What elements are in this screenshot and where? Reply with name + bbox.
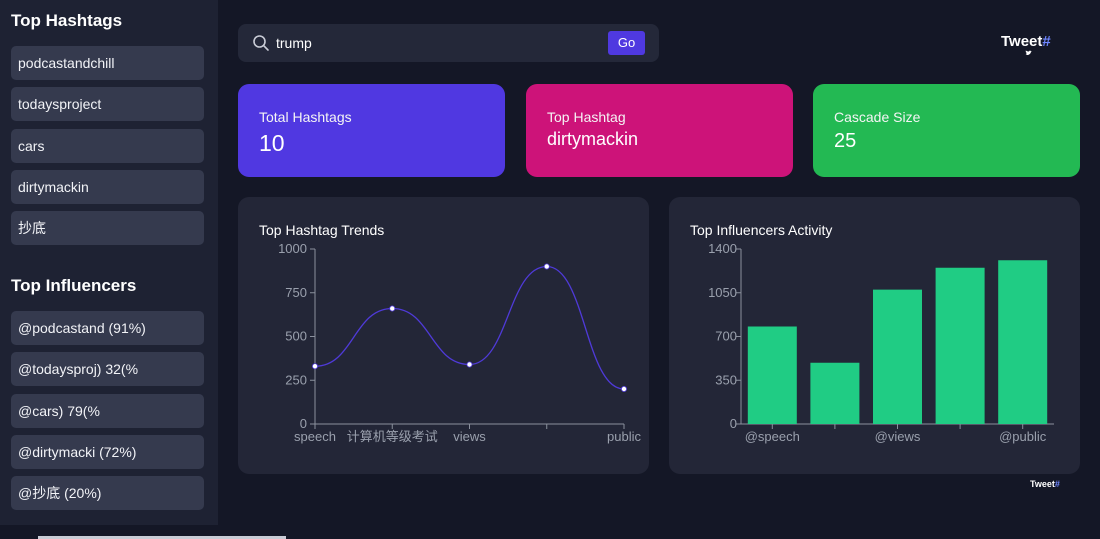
x-tick-label: @public: [999, 429, 1047, 444]
y-tick-label: 1400: [708, 241, 737, 256]
hashtag-trends-chart: 02505007501000speech 计算机等级考试 views public: [278, 241, 641, 444]
hashtag-item[interactable]: podcastandchill: [11, 46, 204, 80]
x-tick-label: speech: [294, 429, 336, 444]
logo-hash: #: [1042, 33, 1051, 50]
trend-line: [314, 265, 625, 390]
y-tick-label: 1000: [278, 241, 307, 256]
logo-text: Tweet: [1001, 33, 1043, 50]
bar: [810, 362, 860, 424]
total-hashtags-value: 10: [259, 130, 285, 156]
top-hashtag-label: Top Hashtag: [547, 109, 626, 125]
influencer-item[interactable]: @todaysproj) 32(%: [11, 352, 204, 386]
influencer-item[interactable]: @cars) 79(%: [11, 394, 204, 428]
cascade-size-label: Cascade Size: [834, 109, 921, 125]
logo-small-text: Tweet: [1030, 479, 1055, 489]
y-tick-label: 500: [285, 329, 307, 344]
search-box: Go: [238, 24, 659, 62]
hashtag-item[interactable]: cars: [11, 129, 204, 163]
y-tick-label: 350: [715, 372, 737, 387]
data-point: [466, 361, 473, 368]
bar: [935, 267, 985, 424]
influencers-title: Top Influencers: [11, 276, 137, 295]
hashtag-trends-title: Top Hashtag Trends: [259, 222, 385, 238]
search-input[interactable]: [276, 32, 596, 54]
y-tick-label: 750: [285, 285, 307, 300]
x-tick-label: @views: [875, 429, 921, 444]
hashtag-item[interactable]: dirtymackin: [11, 170, 204, 204]
hashtags-title: Top Hashtags: [11, 11, 123, 30]
influencer-item[interactable]: @dirtymacki (72%): [11, 435, 204, 469]
hashtag-item[interactable]: 抄底: [11, 211, 204, 245]
data-point: [389, 305, 396, 312]
y-tick-label: 250: [285, 372, 307, 387]
top-hashtag-card: Top Hashtag dirtymackin: [526, 84, 793, 177]
bird-icon: [1025, 50, 1032, 56]
x-tick-label: 计算机等级考试: [347, 429, 438, 444]
influencer-item[interactable]: @抄底 (20%): [11, 476, 204, 510]
y-tick-label: 700: [715, 329, 737, 344]
data-point: [543, 263, 550, 270]
go-button[interactable]: Go: [608, 31, 645, 55]
y-tick-label: 0: [730, 416, 737, 431]
cascade-size-value: 25: [834, 130, 857, 152]
influencers-activity-chart: 0 350 700 1050 1400 @speech @views @public: [708, 241, 1054, 444]
logo-small-hash: #: [1054, 479, 1060, 489]
hashtag-trends-panel: 0 250 500 750 1000 speech 计算机等级考试 views public T…: [238, 197, 649, 474]
x-tick-label: @speech: [745, 429, 800, 444]
total-hashtags-label: Total Hashtags: [259, 109, 352, 125]
bar: [747, 326, 797, 424]
bar: [998, 260, 1048, 424]
top-hashtag-value: dirtymackin: [547, 129, 639, 149]
app-logo: Tweet#: [1001, 33, 1051, 50]
hashtag-item[interactable]: todaysproject: [11, 87, 204, 121]
influencers-activity-title: Top Influencers Activity: [690, 222, 833, 238]
data-point: [620, 385, 627, 392]
bar: [873, 289, 922, 424]
cascade-size-card: Cascade Size 25: [813, 84, 1080, 177]
x-tick-label: public: [607, 429, 641, 444]
total-hashtags-card: Total Hashtags 10: [238, 84, 505, 177]
influencer-item[interactable]: @podcastand (91%): [11, 311, 204, 345]
search-icon: [253, 35, 269, 51]
sidebar: Top Hashtags podcastandchill todaysproje…: [0, 0, 218, 525]
app-logo-small: Tweet#: [1030, 479, 1060, 489]
y-tick-label: 1050: [708, 285, 737, 300]
data-point: [312, 363, 319, 370]
x-tick-label: views: [453, 429, 486, 444]
influencers-activity-panel: 0 350 700 1050 1400 @speech @views @public Top …: [669, 197, 1080, 474]
